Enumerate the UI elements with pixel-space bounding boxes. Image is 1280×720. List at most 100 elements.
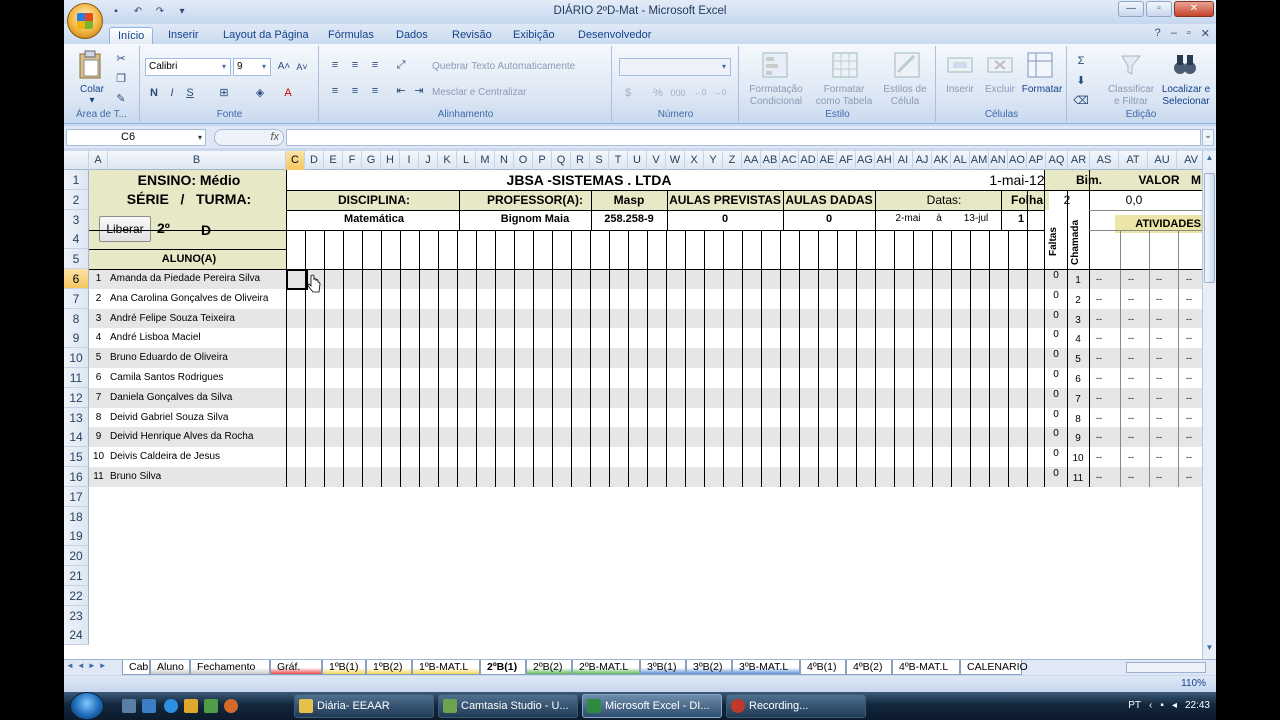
sheet-tab[interactable]: 4ºB(1) xyxy=(800,660,846,675)
doc-close-icon[interactable]: ✕ xyxy=(1201,27,1210,40)
insert-function-button[interactable]: fx xyxy=(214,129,284,146)
row-header-23[interactable]: 23 xyxy=(64,605,89,626)
column-header-ap[interactable]: AP xyxy=(1027,151,1046,170)
name-box[interactable]: C6 ▾ xyxy=(66,129,206,146)
column-header-aj[interactable]: AJ xyxy=(913,151,932,170)
column-header-at[interactable]: AT xyxy=(1119,151,1148,170)
column-header-t[interactable]: T xyxy=(609,151,628,170)
row-header-19[interactable]: 19 xyxy=(64,526,89,547)
column-header-q[interactable]: Q xyxy=(552,151,571,170)
network-icon[interactable]: ▪ xyxy=(1160,692,1164,720)
column-header-o[interactable]: O xyxy=(514,151,533,170)
sheet-tab[interactable]: Aluno xyxy=(150,660,190,675)
column-header-ae[interactable]: AE xyxy=(818,151,837,170)
taskbar-camtasia[interactable]: Camtasia Studio - U... xyxy=(438,694,578,718)
column-header-al[interactable]: AL xyxy=(951,151,970,170)
formula-input[interactable] xyxy=(286,129,1201,146)
zoom-level[interactable]: 110% xyxy=(1181,678,1206,689)
customize-qat-icon[interactable]: ▾ xyxy=(174,4,190,19)
expand-formula-bar-icon[interactable]: ⌄ xyxy=(1202,129,1214,146)
paste-label[interactable]: Colar xyxy=(74,84,110,95)
clear-icon[interactable]: ⌫ xyxy=(1072,92,1090,110)
office-button[interactable] xyxy=(67,3,103,39)
row-header-21[interactable]: 21 xyxy=(64,566,89,586)
tab-inicio[interactable]: Início xyxy=(109,27,154,44)
decrease-decimal-icon[interactable]: →0 xyxy=(711,84,729,102)
sort-filter-icon[interactable] xyxy=(1118,52,1144,78)
row-header-20[interactable]: 20 xyxy=(64,546,89,567)
increase-indent-icon[interactable]: ⇥ xyxy=(410,82,428,100)
sheet-tab[interactable]: 3ºB(2) xyxy=(686,660,732,675)
column-header-g[interactable]: G xyxy=(362,151,381,170)
redo-icon[interactable]: ↷ xyxy=(152,4,168,19)
save-icon[interactable]: ▪ xyxy=(108,4,124,19)
scroll-thumb[interactable] xyxy=(1204,173,1215,283)
vertical-scrollbar[interactable]: ▲ ▼ xyxy=(1202,151,1216,659)
font-size-select[interactable]: 9 ▾ xyxy=(233,58,271,76)
row-header-6[interactable]: 6 xyxy=(64,269,89,289)
show-desktop-icon[interactable] xyxy=(122,699,136,713)
sheet-nav-arrows-icon[interactable]: ◄◄►► xyxy=(66,661,118,670)
sheet-cells[interactable]: ENSINO: Médio JBSA -SISTEMAS . LTDA 1-ma… xyxy=(89,170,1202,659)
tab-formulas[interactable]: Fórmulas xyxy=(320,27,382,44)
column-header-ah[interactable]: AH xyxy=(875,151,894,170)
row-header-24[interactable]: 24 xyxy=(64,625,89,646)
number-format-select[interactable]: ▾ xyxy=(619,58,731,76)
column-header-ad[interactable]: AD xyxy=(799,151,818,170)
column-header-r[interactable]: R xyxy=(571,151,590,170)
find-select-label-2[interactable]: Selecionar xyxy=(1158,96,1214,107)
column-header-ac[interactable]: AC xyxy=(780,151,799,170)
wrap-text-button[interactable]: Quebrar Texto Automaticamente xyxy=(432,61,575,72)
row-header-16[interactable]: 16 xyxy=(64,467,89,487)
column-header-d[interactable]: D xyxy=(305,151,324,170)
column-header-c[interactable]: C xyxy=(286,151,305,170)
close-button[interactable]: ✕ xyxy=(1174,1,1214,17)
row-header-15[interactable]: 15 xyxy=(64,447,89,468)
column-header-ao[interactable]: AO xyxy=(1008,151,1027,170)
sheet-tab[interactable]: 2ºB(2) xyxy=(526,660,572,675)
column-header-b[interactable]: B xyxy=(108,151,286,170)
column-header-af[interactable]: AF xyxy=(837,151,856,170)
insert-cells-icon[interactable] xyxy=(947,52,973,78)
italic-button[interactable]: I xyxy=(163,84,181,102)
row-header-5[interactable]: 5 xyxy=(64,249,89,270)
column-header-ag[interactable]: AG xyxy=(856,151,875,170)
horizontal-scrollbar[interactable] xyxy=(1126,662,1206,673)
sheet-tab[interactable]: 1ºB-MAT.L xyxy=(412,660,480,675)
fill-color-icon[interactable]: ◈ xyxy=(251,84,269,102)
format-cells-icon[interactable] xyxy=(1027,52,1053,78)
font-color-icon[interactable]: A xyxy=(279,84,297,102)
column-header-aq[interactable]: AQ xyxy=(1046,151,1068,170)
tray-arrow-icon[interactable]: ‹ xyxy=(1149,692,1152,720)
row-header-2[interactable]: 2 xyxy=(64,189,89,210)
column-header-ai[interactable]: AI xyxy=(894,151,913,170)
column-header-j[interactable]: J xyxy=(419,151,438,170)
sheet-tab[interactable]: Fechamento xyxy=(190,660,270,675)
paste-dropdown-icon[interactable]: ▾ xyxy=(86,95,98,106)
cell-styles-label-1[interactable]: Estilos de xyxy=(876,84,934,95)
cut-icon[interactable]: ✂ xyxy=(112,50,130,68)
column-header-l[interactable]: L xyxy=(457,151,476,170)
taskbar-recording[interactable]: Recording... xyxy=(726,694,866,718)
sort-filter-label-1[interactable]: Classificar xyxy=(1102,84,1160,95)
column-header-av[interactable]: AV xyxy=(1177,151,1202,170)
scroll-down-icon[interactable]: ▼ xyxy=(1204,643,1215,657)
column-header-p[interactable]: P xyxy=(533,151,552,170)
format-table-label-2[interactable]: como Tabela xyxy=(812,96,876,107)
column-header-n[interactable]: N xyxy=(495,151,514,170)
taskbar-excel[interactable]: Microsoft Excel - DI... xyxy=(582,694,722,718)
align-middle-icon[interactable]: ≡ xyxy=(346,56,364,74)
cell-styles-label-2[interactable]: Célula xyxy=(876,96,934,107)
sheet-tab[interactable]: Cab xyxy=(122,660,150,675)
conditional-format-label-1[interactable]: Formatação xyxy=(744,84,808,95)
row-header-11[interactable]: 11 xyxy=(64,368,89,388)
column-header-x[interactable]: X xyxy=(685,151,704,170)
increase-decimal-icon[interactable]: ←0 xyxy=(691,84,709,102)
row-header-9[interactable]: 9 xyxy=(64,328,89,349)
conditional-format-label-2[interactable]: Condicional xyxy=(744,96,808,107)
firefox-icon[interactable] xyxy=(224,699,238,713)
column-header-f[interactable]: F xyxy=(343,151,362,170)
find-select-label-1[interactable]: Localizar e xyxy=(1158,84,1214,95)
language-indicator[interactable]: PT xyxy=(1128,692,1141,720)
select-all-corner[interactable] xyxy=(64,151,89,170)
